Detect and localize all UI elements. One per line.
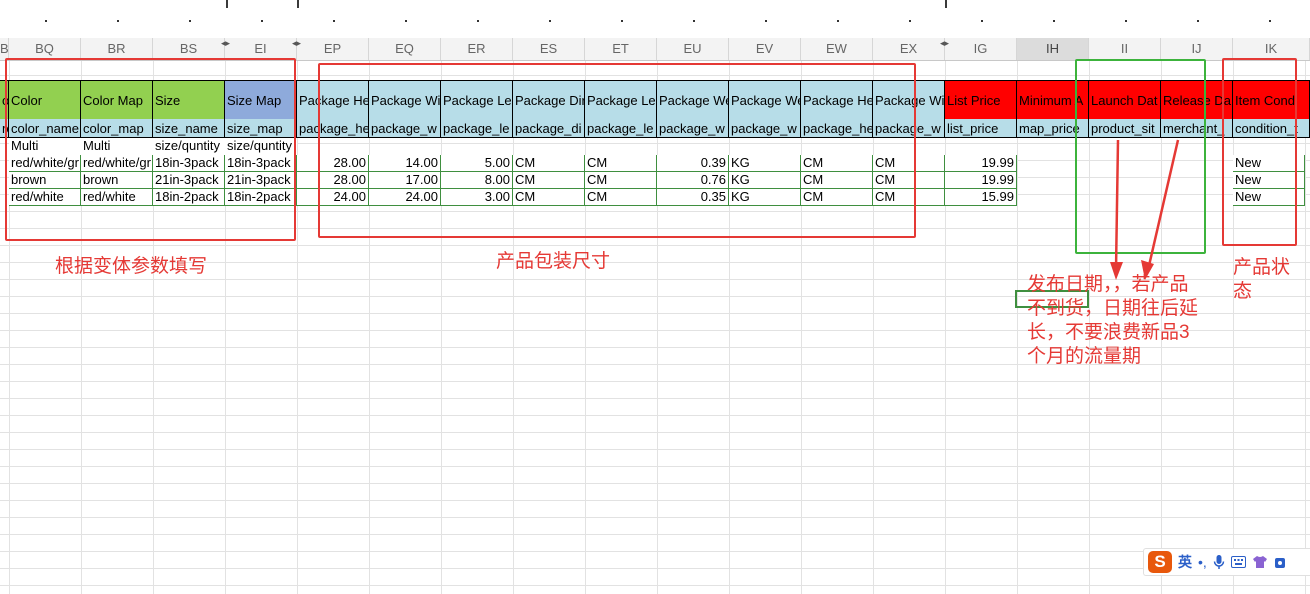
condition-note: 产品状 态	[1233, 256, 1290, 304]
ime-language-toggle[interactable]: 英	[1178, 552, 1192, 572]
column-header-bq[interactable]: BQ	[9, 38, 81, 60]
launch-note-line: 长，不要浪费新品3	[1027, 322, 1190, 343]
microphone-icon[interactable]	[1213, 554, 1225, 570]
sogou-logo-icon[interactable]: S	[1148, 551, 1172, 573]
condition-note-line: 态	[1233, 281, 1253, 302]
column-header-br[interactable]: BR	[81, 38, 153, 60]
variant-note: 根据变体参数填写	[55, 256, 208, 277]
group-line	[297, 0, 299, 8]
column-header-ii[interactable]: II	[1089, 38, 1161, 60]
column-header-bs[interactable]: BS	[153, 38, 225, 60]
launch-note-line: 不到货，日期往后延	[1027, 298, 1199, 319]
outline-group-row	[0, 8, 1310, 39]
hidden-columns-icon[interactable]: ◂▸	[940, 38, 949, 48]
package-size-note: 产品包装尺寸	[496, 251, 611, 272]
hidden-columns-icon[interactable]: ◂▸	[221, 38, 230, 48]
ime-punctuation-toggle[interactable]: •,	[1198, 554, 1207, 570]
cell-list-price[interactable]: 15.99	[945, 189, 1017, 206]
keyboard-icon[interactable]	[1230, 556, 1246, 568]
field-cell-list-price[interactable]: list_price	[945, 119, 1017, 138]
package-annotation-box	[318, 63, 916, 238]
condition-annotation-box	[1222, 58, 1297, 246]
column-header-er[interactable]: ER	[441, 38, 513, 60]
column-header-ei[interactable]: EI	[225, 38, 297, 60]
column-header-ik[interactable]: IK	[1233, 38, 1310, 60]
column-header-es[interactable]: ES	[513, 38, 585, 60]
column-header-et[interactable]: ET	[585, 38, 657, 60]
skin-shirt-icon[interactable]	[1252, 555, 1268, 569]
column-header-eq[interactable]: EQ	[369, 38, 441, 60]
column-header-ij[interactable]: IJ	[1161, 38, 1233, 60]
launch-date-note: 发布日期，，若产品 不到货，日期往后延 长，不要浪费新品3 个月的流量期	[1027, 273, 1198, 369]
group-line	[226, 0, 228, 8]
cell-list-price[interactable]: 19.99	[945, 155, 1017, 172]
column-header-ih[interactable]: IH	[1017, 38, 1089, 60]
condition-note-line: 产品状	[1233, 257, 1291, 278]
cell-list-price[interactable]: 19.99	[945, 172, 1017, 189]
group-line	[945, 0, 947, 8]
toolbox-icon[interactable]	[1274, 555, 1286, 569]
column-header-ew[interactable]: EW	[801, 38, 873, 60]
hidden-columns-icon[interactable]: ◂▸	[292, 38, 301, 48]
launch-note-line: 个月的流量期	[1027, 346, 1142, 367]
column-header-ep[interactable]: EP	[297, 38, 369, 60]
header-cell-list-price[interactable]: List Price	[945, 80, 1017, 120]
column-header-eu[interactable]: EU	[657, 38, 729, 60]
launch-note-line: 发布日期，，若产品	[1027, 274, 1189, 295]
column-header-bp[interactable]: BP	[0, 38, 9, 60]
variant-annotation-box	[5, 58, 296, 241]
ime-toolbar[interactable]: S 英 •,	[1143, 548, 1310, 576]
column-header-ig[interactable]: IG	[945, 38, 1017, 60]
column-header-ev[interactable]: EV	[729, 38, 801, 60]
column-header-ex[interactable]: EX	[873, 38, 945, 60]
arrow-icon	[1110, 139, 1180, 280]
